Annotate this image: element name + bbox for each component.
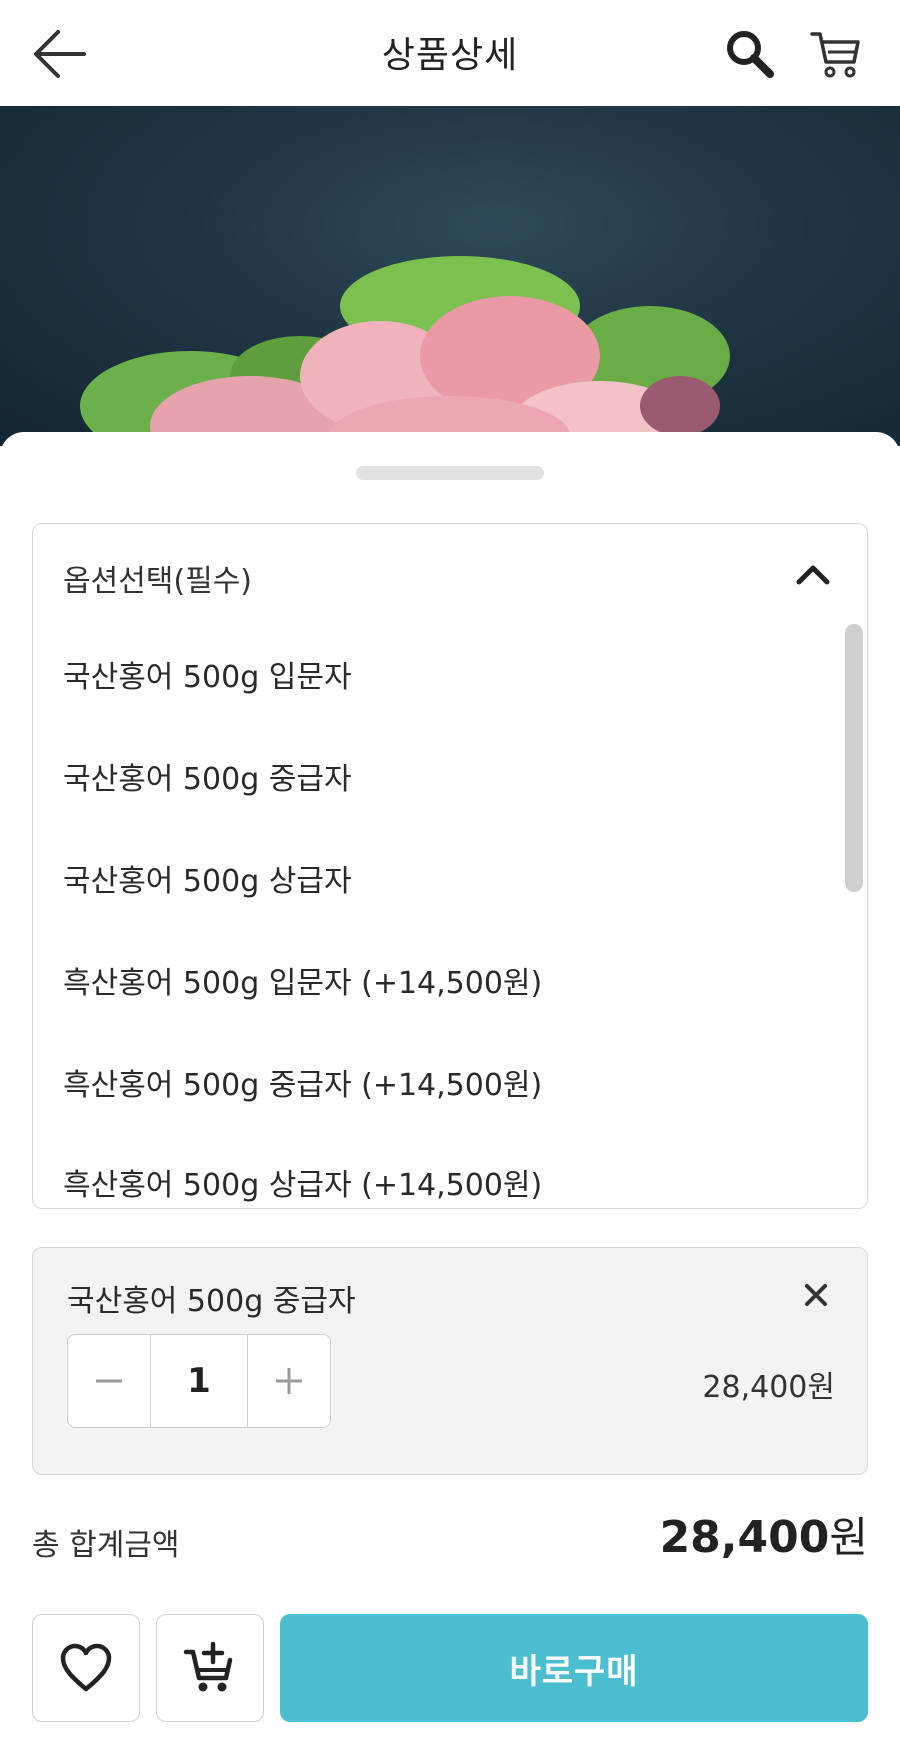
heart-icon [60, 1643, 112, 1692]
quantity-decrease-button[interactable] [68, 1335, 150, 1427]
sheet-drag-handle[interactable] [356, 466, 544, 480]
minus-icon [96, 1379, 122, 1383]
search-button[interactable] [722, 26, 778, 82]
selected-option-name: 국산홍어 500g 중급자 [67, 1284, 356, 1319]
cart-plus-icon [183, 1641, 233, 1692]
option-list[interactable]: 국산홍어 500g 입문자 국산홍어 500g 중급자 국산홍어 500g 상급… [33, 624, 867, 1208]
total-unit: 원 [829, 1513, 868, 1562]
quantity-increase-button[interactable] [248, 1335, 330, 1427]
quantity-stepper: 1 [67, 1334, 331, 1428]
close-icon [805, 1284, 827, 1306]
option-dropdown-toggle[interactable]: 옵션선택(필수) [33, 524, 867, 624]
option-item[interactable]: 국산홍어 500g 상급자 [33, 828, 867, 928]
option-item[interactable]: 국산홍어 500g 중급자 [33, 726, 867, 826]
total-amount: 28,400 [659, 1512, 830, 1563]
cart-button[interactable] [808, 26, 864, 82]
option-bottom-sheet: 옵션선택(필수) 국산홍어 500g 입문자 국산홍어 500g 중급자 국산홍… [0, 432, 900, 1755]
option-dropdown: 옵션선택(필수) 국산홍어 500g 입문자 국산홍어 500g 중급자 국산홍… [32, 523, 868, 1209]
quantity-value[interactable]: 1 [150, 1335, 248, 1427]
option-item[interactable]: 국산홍어 500g 입문자 [33, 624, 867, 724]
product-image [0, 106, 900, 446]
plus-icon [276, 1368, 302, 1394]
remove-option-button[interactable] [799, 1278, 833, 1312]
chevron-up-icon [796, 565, 830, 585]
option-dropdown-label: 옵션선택(필수) [63, 564, 253, 599]
search-icon [727, 31, 774, 78]
option-item[interactable]: 흑산홍어 500g 상급자 (+14,500원) [33, 1132, 867, 1208]
option-list-scrollbar[interactable] [845, 624, 863, 892]
selected-option-card: 국산홍어 500g 중급자 1 28,400원 [32, 1247, 868, 1475]
cart-icon [810, 32, 860, 78]
wishlist-button[interactable] [32, 1614, 140, 1722]
total-price: 28,400원 [660, 1504, 868, 1565]
option-item[interactable]: 흑산홍어 500g 입문자 (+14,500원) [33, 930, 867, 1030]
option-item[interactable]: 흑산홍어 500g 중급자 (+14,500원) [33, 1032, 867, 1132]
total-label: 총 합계금액 [32, 1528, 180, 1563]
selected-option-price: 28,400원 [702, 1370, 835, 1405]
buy-now-button[interactable]: 바로구매 [280, 1614, 868, 1722]
top-app-bar: 상품상세 [0, 0, 900, 106]
add-to-cart-button[interactable] [156, 1614, 264, 1722]
